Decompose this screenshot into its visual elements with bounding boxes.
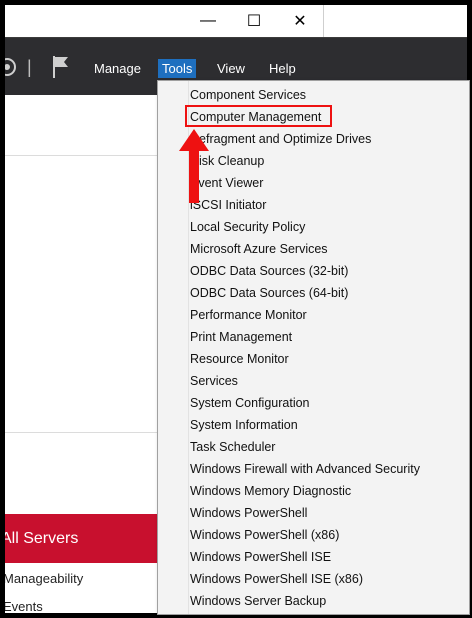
menu-item[interactable]: Microsoft Azure Services (190, 238, 328, 260)
menu-help[interactable]: Help (265, 59, 300, 78)
menu-item[interactable]: Performance Monitor (190, 304, 307, 326)
menu-item[interactable]: Windows PowerShell (190, 502, 307, 524)
menu-manage[interactable]: Manage (90, 59, 145, 78)
menu-item[interactable]: Task Scheduler (190, 436, 275, 458)
menu-item[interactable]: Print Management (190, 326, 292, 348)
menu-item[interactable]: Local Security Policy (190, 216, 305, 238)
divider (5, 155, 157, 156)
manageability-link[interactable]: Manageability (5, 571, 83, 586)
close-icon: ✕ (293, 13, 307, 30)
close-button[interactable]: ✕ (277, 5, 323, 37)
menu-item[interactable]: Defragment and Optimize Drives (190, 128, 371, 150)
minimize-button[interactable]: — (185, 5, 231, 37)
events-link[interactable]: Events (5, 599, 43, 613)
toolbar-separator: | (27, 57, 32, 77)
menu-item[interactable]: Windows PowerShell ISE (190, 546, 331, 568)
highlight-box (185, 105, 332, 127)
menu-item[interactable]: System Configuration (190, 392, 310, 414)
maximize-button[interactable]: ☐ (231, 5, 277, 37)
menu-view[interactable]: View (213, 59, 249, 78)
divider (5, 432, 157, 433)
menu-item[interactable]: Component Services (190, 84, 306, 106)
menu-item[interactable]: Windows Server Backup (190, 590, 326, 612)
menu-item[interactable]: Services (190, 370, 238, 392)
minimize-icon: — (200, 12, 216, 29)
menu-item[interactable]: Windows Memory Diagnostic (190, 480, 351, 502)
menu-item[interactable]: Resource Monitor (190, 348, 289, 370)
menu-tools[interactable]: Tools (158, 59, 197, 78)
menu-item[interactable]: ODBC Data Sources (64-bit) (190, 282, 348, 304)
red-arrow-annotation (179, 129, 209, 203)
title-bar: — ☐ ✕ (5, 5, 324, 37)
flag-icon[interactable] (51, 55, 71, 79)
menu-item[interactable]: Windows PowerShell (x86) (190, 524, 339, 546)
menu-item[interactable]: Windows PowerShell ISE (x86) (190, 568, 363, 590)
all-servers-label: All Servers (5, 530, 79, 547)
refresh-icon[interactable] (5, 56, 19, 78)
maximize-icon: ☐ (246, 13, 262, 30)
menu-item[interactable]: ODBC Data Sources (32-bit) (190, 260, 348, 282)
menu-item[interactable]: Windows Firewall with Advanced Security (190, 458, 420, 480)
menu-item[interactable]: System Information (190, 414, 298, 436)
